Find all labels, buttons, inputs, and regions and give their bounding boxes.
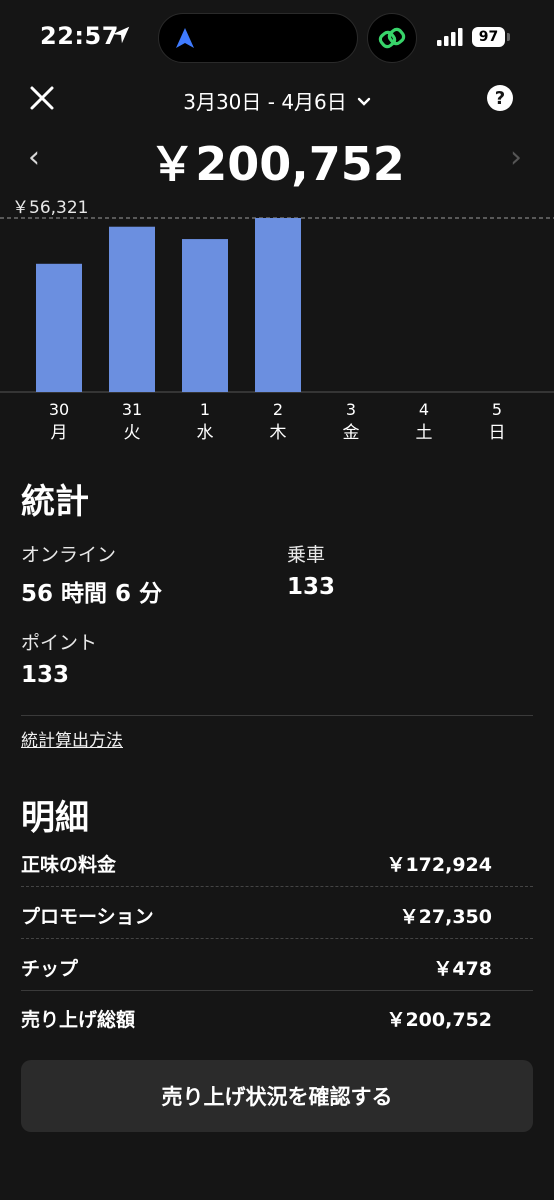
weekly-total-amount: ￥200,752 [149,137,405,191]
points-value: 133 [21,662,70,688]
battery-cap [507,33,510,41]
cellular-signal-icon [437,28,463,46]
rides-label: 乗車 [287,544,326,566]
chart-day-label: 30 [49,400,69,419]
breakdown-value: ￥478 [433,958,492,980]
breakdown-label: 正味の料金 [21,854,117,876]
chart-weekday-label: 木 [270,423,287,443]
date-range-selector[interactable]: 3月30日 - 4月6日 [0,86,554,115]
chart-bar [36,263,82,392]
chart-bar [255,218,301,392]
breakdown-label: 売り上げ総額 [21,1009,136,1031]
date-range-label: 3月30日 - 4月6日 [183,90,347,114]
chart-bar [182,239,228,392]
chart-weekday-label: 水 [197,423,214,443]
chart-weekday-label: 火 [124,423,141,443]
chart-day-label: 1 [200,400,210,419]
row-divider [21,886,533,887]
chart-day-label: 2 [273,400,283,419]
online-label: オンライン [21,544,117,566]
stats-divider [21,715,533,716]
status-bar: 22:57 97 [0,0,554,76]
view-earnings-button[interactable]: 売り上げ状況を確認する [21,1060,533,1132]
breakdown-label: チップ [21,958,79,980]
chart-weekday-label: 土 [416,423,433,443]
breakdown-row-tip: チップ ￥478 [21,954,492,981]
next-week-button[interactable]: › [510,140,522,175]
battery-icon: 97 [472,27,505,47]
breakdown-row-total: 売り上げ総額 ￥200,752 [21,1005,492,1032]
row-divider [21,990,533,991]
rides-value: 133 [287,574,336,600]
breakdown-row-promotion: プロモーション ￥27,350 [21,902,492,929]
chart-day-label: 4 [419,400,429,419]
stats-title: 統計 [21,482,89,522]
help-icon[interactable]: ? [487,85,513,111]
earnings-bar-chart: 30 月 31 火 1 水 2 木 3 金 4 土 5 日 [0,217,554,443]
chart-day-label: 5 [492,400,502,419]
chart-weekday-label: 日 [489,423,506,443]
status-time: 22:57 [40,22,119,50]
chart-day-label: 31 [122,400,142,419]
breakdown-row-net-fare: 正味の料金 ￥172,924 [21,850,492,877]
dynamic-island [158,13,358,63]
points-label: ポイント [21,632,98,654]
chart-bar [109,226,155,392]
breakdown-value: ￥172,924 [386,854,492,876]
location-arrow-icon [112,26,130,44]
breakdown-value: ￥200,752 [386,1009,492,1031]
breakdown-value: ￥27,350 [399,906,492,928]
chart-weekday-label: 月 [51,423,68,443]
link-activity-icon [367,13,417,63]
chevron-down-icon [357,97,370,106]
stats-method-link[interactable]: 統計算出方法 [21,726,123,751]
row-divider [21,938,533,939]
online-value: 56 時間 6 分 [21,581,163,607]
chart-weekday-label: 金 [343,423,360,443]
breakdown-title: 明細 [21,798,89,838]
chart-day-label: 3 [346,400,356,419]
navigation-arrow-icon [176,28,194,48]
breakdown-label: プロモーション [21,906,154,928]
